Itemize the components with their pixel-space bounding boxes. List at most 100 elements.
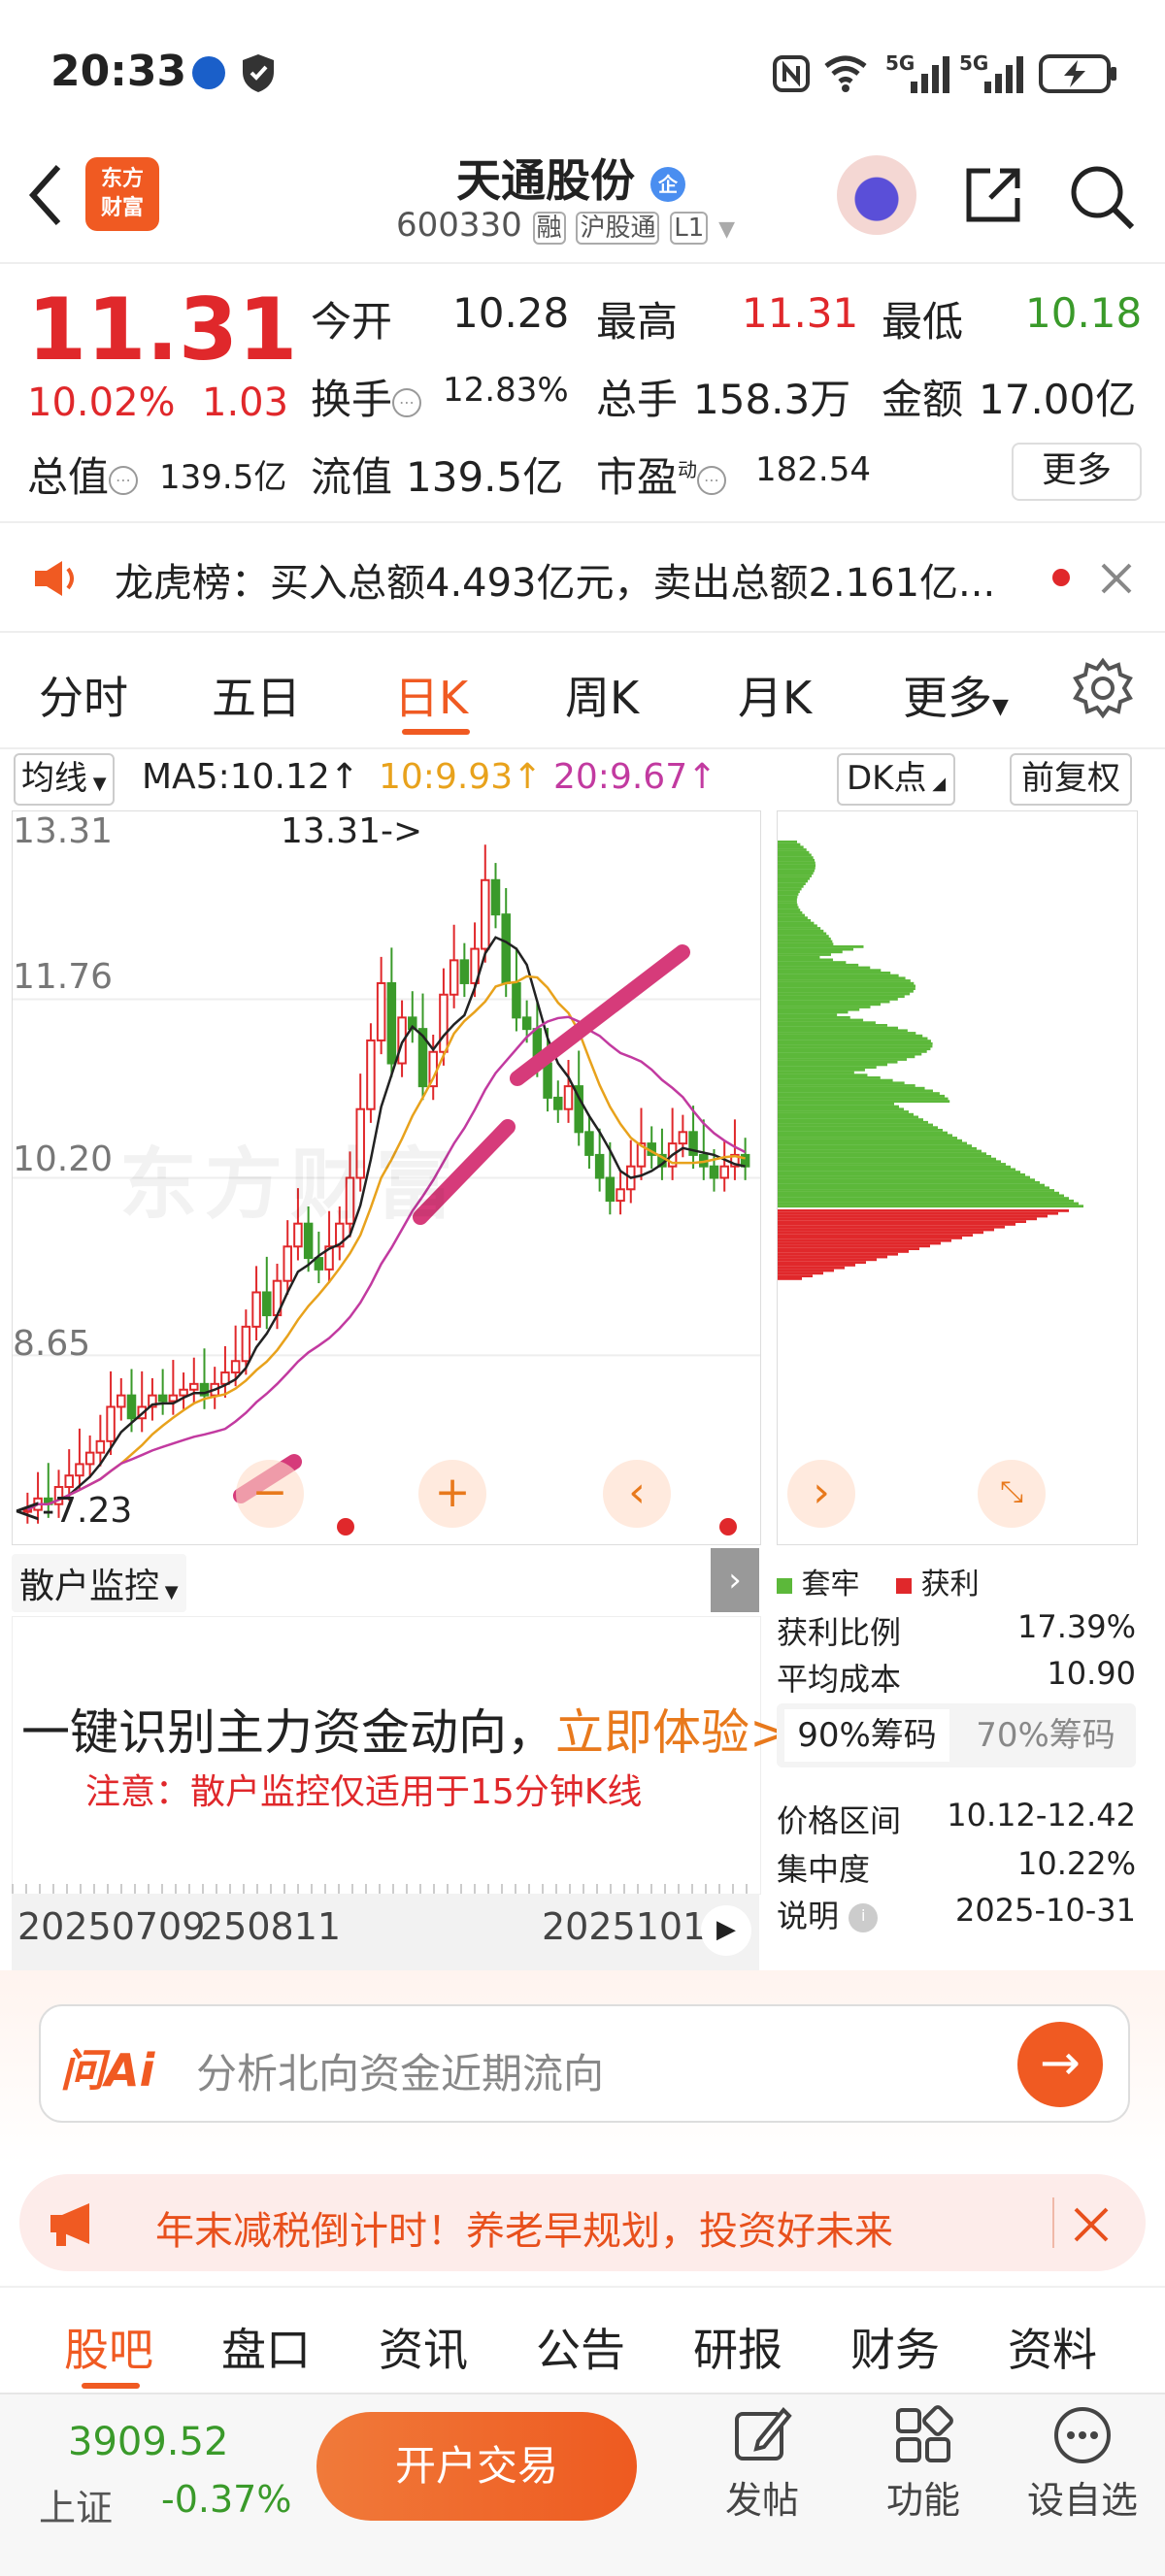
info-icon[interactable]: ⋯ (697, 465, 727, 495)
next-button[interactable]: › (787, 1460, 855, 1528)
desc-date: 2025-10-31 (955, 1892, 1136, 1929)
share-icon[interactable] (961, 163, 1025, 227)
tab-chip-70[interactable]: 70%筹码 (963, 1709, 1128, 1762)
chip-bar (778, 879, 808, 883)
chip-bar (778, 1047, 931, 1051)
tab-daily-k[interactable]: 日K (394, 663, 468, 727)
info-icon[interactable]: ⋯ (109, 465, 139, 495)
add-watchlist-button[interactable]: 设自选 (1019, 2404, 1146, 2524)
chip-bar (778, 969, 882, 973)
ask-ai-placeholder[interactable]: 分析北向资金近期流向 (196, 2041, 604, 2100)
chip-bar (778, 867, 816, 870)
stock-name: 天通股份 (456, 154, 635, 207)
candle (241, 1325, 251, 1363)
kline-chart[interactable]: 东方财富 13.31 11.76 10.20 8.65 13.31-> <-7.… (12, 810, 761, 1545)
tab-research[interactable]: 研报 (693, 2315, 782, 2379)
assistant-avatar-icon[interactable] (837, 155, 916, 235)
chip-bar (778, 1050, 927, 1053)
search-icon[interactable] (1068, 163, 1136, 231)
post-button[interactable]: 发帖 (709, 2404, 816, 2524)
tab-news[interactable]: 资讯 (379, 2315, 468, 2379)
battery-charging-icon (1039, 54, 1116, 93)
function-button[interactable]: 功能 (870, 2404, 977, 2524)
app-logo[interactable]: 东方 财富 (85, 157, 159, 231)
chip-bar (778, 932, 827, 936)
chevron-down-icon[interactable]: ▼ (718, 217, 735, 242)
chip-bar (778, 1271, 823, 1275)
stock-code: 600330 (396, 206, 522, 245)
settings-gear-icon[interactable] (1072, 657, 1134, 719)
tab-more-label: 更多 (903, 672, 992, 724)
chip-bar (778, 1110, 909, 1113)
chip-bar (778, 858, 815, 862)
tab-forum[interactable]: 股吧 (64, 2315, 153, 2379)
back-icon[interactable] (23, 161, 66, 229)
expand-icon[interactable]: ⤡ (978, 1460, 1046, 1528)
open-account-trade-button[interactable]: 开户交易 (316, 2412, 637, 2521)
chip-distribution-chart[interactable]: › ⤡ (777, 810, 1138, 1545)
candle (678, 1131, 688, 1145)
speaker-icon (35, 561, 74, 596)
retail-monitor-panel: 散户监控 ▼ › 一键识别主力资金动向，立即体验> 注意：散户监控仅适用于15分… (12, 1548, 790, 1971)
ask-ai-box[interactable]: 问Ai 分析北向资金近期流向 → (39, 2004, 1130, 2123)
close-icon[interactable] (1097, 559, 1136, 598)
tab-chip-90[interactable]: 90%筹码 (784, 1709, 949, 1762)
promo-banner[interactable]: 年末减税倒计时！养老早规划，投资好未来 (19, 2174, 1146, 2271)
ma-line: 均线 ▼ MA5:10.12↑ 10:9.93↑ 20:9.67↑ DK点 ◢ … (0, 749, 1165, 808)
indicator-select[interactable]: 均线 ▼ (14, 753, 115, 806)
candle (168, 1394, 179, 1403)
tab-intraday[interactable]: 分时 (39, 663, 128, 727)
tab-five-day[interactable]: 五日 (212, 663, 301, 727)
retail-select[interactable]: 散户监控 ▼ (12, 1554, 186, 1612)
candle (386, 981, 397, 1065)
stock-code-line: 600330 融 沪股通 L1 ▼ (396, 206, 735, 245)
chip-bar (778, 929, 824, 933)
chip-bar (778, 1205, 1083, 1208)
chip-bar (778, 1211, 1058, 1215)
concentration-value: 10.22% (1016, 1845, 1136, 1882)
tab-monthly-k[interactable]: 月K (738, 663, 812, 727)
more-button[interactable]: 更多 (1012, 443, 1142, 501)
chip-bar (778, 992, 911, 996)
chip-bar (778, 995, 905, 999)
profit-ratio-label: 获利比例 (777, 1614, 902, 1651)
time-scroll-ruler[interactable] (12, 1884, 759, 1894)
info-icon[interactable]: ⋯ (392, 387, 422, 417)
candle (490, 878, 501, 916)
info-icon[interactable]: i (849, 1903, 879, 1932)
prev-button[interactable]: ‹ (603, 1460, 671, 1528)
chip-bar (778, 913, 805, 917)
adjust-select[interactable]: 前复权 (1010, 753, 1132, 806)
trap-legend: 套牢 (801, 1568, 860, 1602)
tab-announcements[interactable]: 公告 (536, 2315, 625, 2379)
zoom-in-button[interactable]: + (418, 1460, 486, 1528)
tab-orderbook[interactable]: 盘口 (221, 2315, 311, 2379)
candle (594, 1153, 605, 1179)
zoom-out-button[interactable]: − (236, 1460, 304, 1528)
chip-bar (778, 1063, 887, 1067)
dragon-tiger-notice[interactable]: 龙虎榜：买入总额4.493亿元，卖出总额2.161亿... (0, 524, 1165, 633)
index-value[interactable]: 3909.52 (68, 2420, 228, 2464)
dk-point-select[interactable]: DK点 ◢ (837, 753, 956, 806)
notice-text: 龙虎榜：买入总额4.493亿元，卖出总额2.161亿... (115, 561, 996, 606)
chip-bar (778, 950, 843, 954)
tab-financials[interactable]: 财务 (850, 2315, 940, 2379)
chip-bar (778, 1220, 1026, 1223)
dropdown-icon: ▼ (159, 1582, 179, 1602)
chip-bar (778, 1255, 887, 1259)
collapse-arrow-icon[interactable]: › (711, 1548, 759, 1612)
chip-bar (778, 906, 799, 909)
close-icon[interactable] (1072, 2205, 1111, 2244)
tab-profile[interactable]: 资料 (1008, 2315, 1097, 2379)
y-tick-2: 11.76 (13, 957, 114, 997)
play-icon[interactable]: ▶ (701, 1905, 751, 1956)
y-tick-4: 8.65 (13, 1324, 91, 1364)
chip-bar (778, 1024, 887, 1027)
y-tick-1: 13.31 (13, 811, 114, 851)
tab-weekly-k[interactable]: 周K (565, 663, 639, 727)
send-arrow-icon[interactable]: → (1017, 2022, 1103, 2107)
chip-bar (778, 1146, 977, 1150)
candle (116, 1394, 126, 1408)
tab-more[interactable]: 更多▼ (903, 663, 1009, 727)
retail-cta-link[interactable]: 立即体验> (555, 1704, 790, 1761)
